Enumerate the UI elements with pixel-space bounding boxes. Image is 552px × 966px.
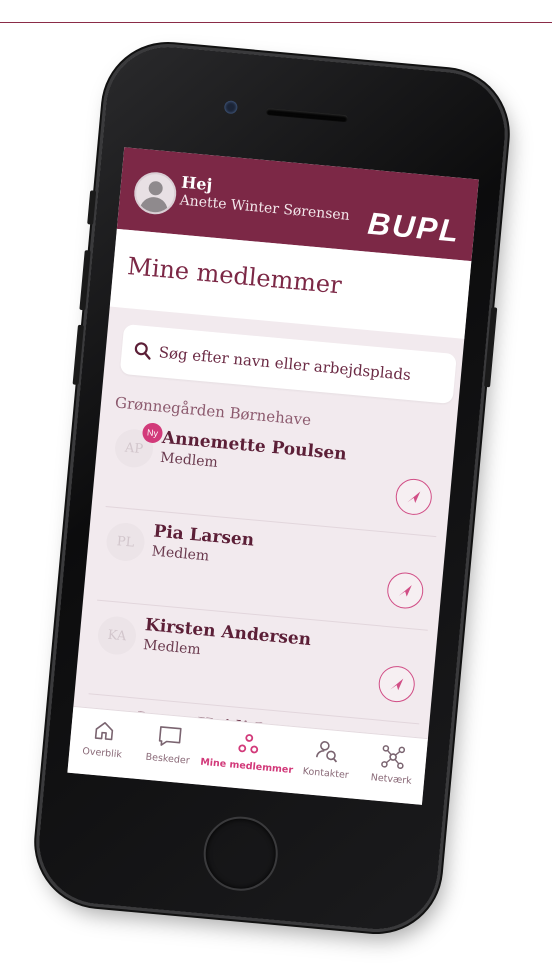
send-message-button[interactable] [394, 477, 434, 517]
tab-label: Mine medlemmer [199, 756, 294, 777]
tab-label: Beskeder [145, 751, 191, 767]
send-message-button[interactable] [385, 570, 425, 611]
send-icon [390, 678, 404, 691]
tab-mine-medlemmer[interactable]: Mine medlemmer [198, 719, 297, 793]
network-icon [381, 745, 406, 770]
app-screen: Hej Anette Winter Sørensen BUPL Mine med… [67, 147, 479, 805]
front-camera [223, 100, 238, 115]
bupl-logo: BUPL [366, 205, 462, 249]
search-icon [134, 342, 151, 360]
send-icon [398, 585, 412, 597]
page-title: Mine medlemmer [126, 252, 343, 300]
power-button [484, 307, 498, 388]
user-name: Anette Winter Sørensen [178, 192, 351, 224]
earpiece-speaker [265, 107, 349, 123]
greeting-text: Hej [180, 172, 214, 195]
member-role: Medlem [151, 543, 210, 565]
tab-kontakter[interactable]: Kontakter [291, 727, 362, 799]
member-avatar: KA [96, 614, 138, 657]
send-icon [407, 491, 421, 504]
tab-label: Netværk [370, 772, 413, 787]
send-message-button[interactable] [377, 664, 417, 704]
top-rule-line [0, 22, 552, 23]
phone-device: Hej Anette Winter Sørensen BUPL Mine med… [33, 41, 511, 935]
member-role: Medlem [142, 637, 202, 659]
volume-down-button [72, 324, 84, 386]
contact-search-icon [316, 741, 338, 763]
tab-netvaerk[interactable]: Netværk [356, 733, 427, 805]
user-avatar-icon[interactable] [132, 170, 179, 217]
mute-switch [87, 190, 97, 225]
volume-up-button [79, 250, 91, 311]
member-avatar: PL [104, 521, 147, 563]
search-input[interactable]: Søg efter navn eller arbejdsplads [119, 323, 457, 405]
chat-bubble-icon [158, 726, 182, 746]
home-button[interactable] [200, 813, 281, 894]
tab-overblik[interactable]: Overblik [67, 707, 138, 779]
tab-label: Kontakter [302, 765, 350, 782]
home-icon [94, 722, 114, 741]
member-role: Medlem [159, 449, 219, 471]
search-placeholder: Søg efter navn eller arbejdsplads [158, 343, 412, 385]
tab-label: Overblik [81, 745, 123, 761]
tab-beskeder[interactable]: Beskeder [133, 713, 204, 785]
members-dots-icon [238, 734, 259, 754]
